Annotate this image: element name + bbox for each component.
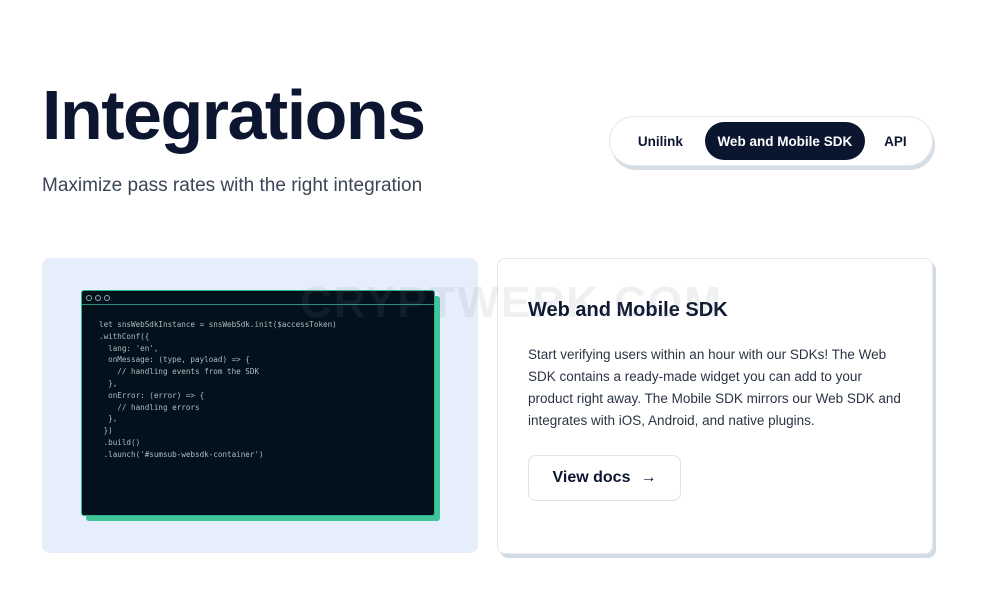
page-subtitle: Maximize pass rates with the right integ… <box>42 175 423 196</box>
tab-web-and-mobile-sdk[interactable]: Web and Mobile SDK <box>704 122 865 160</box>
integration-tabs: Unilink Web and Mobile SDK API <box>609 116 933 166</box>
tab-unilink[interactable]: Unilink <box>616 122 705 160</box>
arrow-right-icon: → <box>640 469 657 486</box>
page-title: Integrations <box>42 76 426 154</box>
view-docs-label: View docs <box>552 469 631 486</box>
code-snippet: let snsWebSdkInstance = snsWebSdk.init($… <box>99 320 337 459</box>
sdk-info-card: Web and Mobile SDK Start verifying users… <box>497 258 933 554</box>
terminal-titlebar <box>82 291 434 305</box>
tab-api[interactable]: API <box>865 122 926 160</box>
window-dot-icon <box>104 294 110 301</box>
window-dot-icon <box>86 294 92 301</box>
card-description: Start verifying users within an hour wit… <box>528 347 901 428</box>
view-docs-button[interactable]: View docs → <box>528 455 681 501</box>
card-title: Web and Mobile SDK <box>528 299 728 321</box>
code-terminal: let snsWebSdkInstance = snsWebSdk.init($… <box>81 290 435 516</box>
window-dot-icon <box>95 294 101 301</box>
